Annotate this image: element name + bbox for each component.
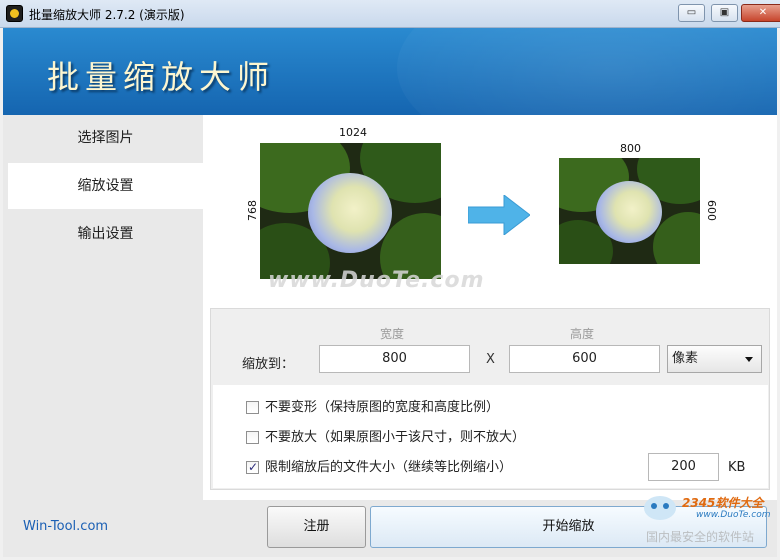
sidebar-item-output-settings[interactable]: 输出设置 [8, 211, 203, 257]
scale-settings-panel: 宽度 高度 缩放到： 800 X 600 像素 不要变形（保持原图的宽度和高度比… [210, 308, 770, 490]
height-header: 高度 [570, 327, 595, 341]
original-height-label: 768 [246, 200, 259, 221]
sidebar: 选择图片 缩放设置 输出设置 [3, 115, 203, 500]
watermark-url: www.DuoTe.com [696, 510, 771, 520]
banner-decoration [397, 28, 777, 115]
width-header: 宽度 [380, 327, 405, 341]
options-area: 不要变形（保持原图的宽度和高度比例） 不要放大（如果原图小于该尺寸，则不放大） … [213, 385, 768, 488]
height-input[interactable]: 600 [509, 345, 660, 373]
banner: 批量缩放大师 [3, 28, 777, 115]
resized-width-label: 800 [620, 142, 641, 155]
register-button[interactable]: 注册 [267, 506, 366, 548]
unit-select-value: 像素 [672, 351, 699, 366]
maximize-button[interactable]: ▣ [711, 4, 738, 22]
width-input[interactable]: 800 [319, 345, 470, 373]
sidebar-item-scale-settings[interactable]: 缩放设置 [8, 163, 203, 209]
resized-image [559, 158, 700, 264]
window-title: 批量缩放大师 2.7.2 (演示版) [29, 8, 185, 22]
sidebar-item-select-images[interactable]: 选择图片 [8, 115, 203, 161]
watermark-brand: 2345软件大全 [682, 496, 764, 510]
title-bar: 批量缩放大师 2.7.2 (演示版) ▭ ▣ ✕ [0, 0, 780, 28]
scale-to-label: 缩放到： [242, 357, 295, 372]
minimize-button[interactable]: ▭ [678, 4, 705, 22]
resized-height-label: 600 [705, 200, 718, 221]
filesize-input[interactable]: 200 [648, 453, 719, 481]
unit-select[interactable]: 像素 [667, 345, 762, 373]
keep-aspect-label: 不要变形（保持原图的宽度和高度比例） [265, 400, 500, 415]
corner-watermark: 2345软件大全 www.DuoTe.com 国内最安全的软件站 [640, 488, 778, 556]
filesize-unit: KB [728, 460, 746, 475]
restore-icon: ▣ [719, 7, 730, 18]
chevron-down-icon [745, 357, 753, 362]
original-width-label: 1024 [339, 126, 367, 139]
arrow-right-icon [468, 195, 530, 235]
close-icon: ✕ [758, 7, 768, 18]
close-button[interactable]: ✕ [741, 4, 780, 22]
limit-size-checkbox[interactable] [246, 459, 259, 475]
flower-shape [596, 181, 662, 243]
preview-watermark: www.DuoTe.com [268, 268, 485, 293]
mascot-logo-icon [644, 496, 676, 520]
keep-aspect-checkbox[interactable] [246, 401, 259, 414]
minimize-icon: ▭ [686, 7, 697, 18]
dimension-separator: X [486, 352, 495, 367]
flower-shape [308, 173, 392, 253]
no-enlarge-label: 不要放大（如果原图小于该尺寸，则不放大） [265, 430, 526, 445]
watermark-slogan: 国内最安全的软件站 [646, 530, 755, 544]
original-image [260, 143, 441, 279]
website-link[interactable]: Win-Tool.com [23, 519, 108, 534]
limit-size-label: 限制缩放后的文件大小（继续等比例缩小） [265, 460, 513, 475]
banner-heading: 批量缩放大师 [47, 58, 276, 96]
no-enlarge-checkbox[interactable] [246, 431, 259, 444]
app-icon [6, 5, 23, 22]
